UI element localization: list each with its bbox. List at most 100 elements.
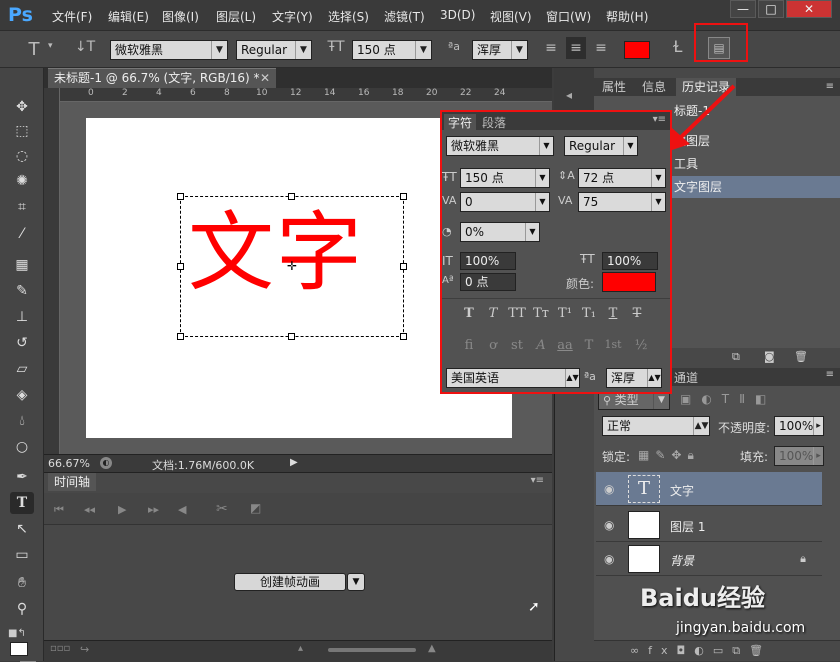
rectangle-tool-icon[interactable]: ▭ xyxy=(10,544,34,566)
history-brush-tool-icon[interactable]: ↺ xyxy=(10,332,34,354)
eraser-tool-icon[interactable]: ▱ xyxy=(10,358,34,380)
horizontal-scale-field[interactable]: 100% xyxy=(602,252,658,270)
text-orientation-icon[interactable]: ↓T xyxy=(74,39,96,55)
transform-handle[interactable] xyxy=(400,193,407,200)
timeline-zoom-slider[interactable] xyxy=(328,648,416,652)
layer-row[interactable]: ◉ 图层 1 xyxy=(596,508,822,542)
antialias-select[interactable]: 浑厚 ▼ xyxy=(472,40,528,60)
path-selection-tool-icon[interactable]: ↖ xyxy=(10,518,34,540)
visibility-eye-icon[interactable]: ◉ xyxy=(604,552,614,566)
tab-paragraph[interactable]: 段落 xyxy=(482,114,506,131)
language-select[interactable]: 美国英语 ▲▼ xyxy=(446,368,580,388)
ordinals-button[interactable]: 1st xyxy=(602,338,624,351)
opacity-field[interactable]: 100% ▸ xyxy=(774,416,824,436)
small-caps-button[interactable]: Tт xyxy=(530,306,552,321)
menu-help[interactable]: 帮助(H) xyxy=(606,8,648,25)
align-center-icon[interactable]: ≡ xyxy=(566,37,586,59)
play-icon[interactable]: ▶ xyxy=(118,503,126,516)
hand-tool-icon[interactable]: ✋︎ xyxy=(10,572,34,594)
trash-icon[interactable]: 🗑︎ xyxy=(794,350,808,363)
faux-bold-button[interactable]: T xyxy=(458,306,480,321)
underline-button[interactable]: T xyxy=(602,306,624,321)
tracking-select[interactable]: 75 ▼ xyxy=(578,192,666,212)
menu-window[interactable]: 窗口(W) xyxy=(546,8,591,25)
menu-select[interactable]: 选择(S) xyxy=(328,8,369,25)
panel-menu-icon[interactable]: ≡ xyxy=(826,78,834,96)
titling-button[interactable]: T xyxy=(578,338,600,353)
panel-menu-icon[interactable]: ▾≡ xyxy=(531,475,544,486)
fractions-button[interactable]: ½ xyxy=(630,338,652,353)
layer-row[interactable]: ◉ 背景 🔒︎ xyxy=(596,542,822,576)
ligatures-button[interactable]: fi xyxy=(458,338,480,353)
transform-handle[interactable] xyxy=(177,193,184,200)
antialias-select[interactable]: 浑厚 ▲▼ xyxy=(606,368,662,388)
baseline-shift-field[interactable]: 0 点 xyxy=(460,273,516,291)
convert-icon[interactable]: ↪ xyxy=(80,643,89,656)
fill-field[interactable]: 100% ▸ xyxy=(774,446,824,466)
paint-bucket-tool-icon[interactable]: ◈ xyxy=(10,384,34,406)
font-size-select[interactable]: 150 点 ▼ xyxy=(352,40,432,60)
dodge-tool-icon[interactable]: ○ xyxy=(10,436,34,458)
lasso-tool-icon[interactable]: ◌ xyxy=(10,145,34,167)
timeline-options-icon[interactable]: ▫▫▫ xyxy=(50,643,70,654)
foreground-color-swatch[interactable] xyxy=(10,642,28,656)
superscript-button[interactable]: T¹ xyxy=(554,306,576,321)
menu-file[interactable]: 文件(F) xyxy=(52,8,92,25)
move-tool-icon[interactable]: ✥ xyxy=(10,96,34,118)
zoom-out-icon[interactable]: ▴ xyxy=(298,643,303,654)
panel-toggle-icon[interactable]: ◂ xyxy=(566,88,572,102)
strikethrough-button[interactable]: T xyxy=(626,306,648,321)
panel-menu-icon[interactable]: ▾≡ xyxy=(653,114,666,125)
faux-italic-button[interactable]: T xyxy=(482,306,504,321)
type-tool-icon[interactable]: T xyxy=(10,492,34,514)
close-button[interactable]: ✕ xyxy=(786,0,832,18)
all-caps-button[interactable]: TT xyxy=(506,306,528,321)
first-frame-icon[interactable]: ⏮ xyxy=(54,503,64,517)
magic-wand-tool-icon[interactable]: ✺ xyxy=(10,170,34,192)
font-size-select[interactable]: 150 点 ▼ xyxy=(460,168,550,188)
menu-3d[interactable]: 3D(D) xyxy=(440,8,475,22)
visibility-eye-icon[interactable]: ◉ xyxy=(604,482,614,496)
subscript-button[interactable]: T₁ xyxy=(578,306,600,321)
discretionary-ligatures-button[interactable]: st xyxy=(506,338,528,353)
document-tab[interactable]: 未标题-1 @ 66.7% (文字, RGB/16) * ✕ xyxy=(48,68,276,88)
leading-select[interactable]: 72 点 ▼ xyxy=(578,168,666,188)
stylistic-alternates-button[interactable]: aa xyxy=(554,338,576,353)
zoom-tool-icon[interactable]: ⚲ xyxy=(10,598,34,620)
zoom-in-icon[interactable]: ▲ xyxy=(428,643,436,654)
transform-handle[interactable] xyxy=(400,263,407,270)
layer-row-selected[interactable]: ◉ T 文字 xyxy=(596,472,822,506)
split-icon[interactable]: ✂ xyxy=(216,501,228,517)
maximize-button[interactable]: □ xyxy=(758,0,784,18)
timeline-tab[interactable]: 时间轴 xyxy=(48,473,97,491)
pen-tool-icon[interactable]: ✒ xyxy=(10,466,34,488)
vertical-scale-field[interactable]: 100% xyxy=(460,252,516,270)
blur-tool-icon[interactable]: 💧︎ xyxy=(10,410,34,432)
transform-bounding-box[interactable]: ✛ xyxy=(177,193,407,340)
menu-type[interactable]: 文字(Y) xyxy=(272,8,313,25)
menu-layer[interactable]: 图层(L) xyxy=(216,8,256,25)
layer-action-icons[interactable]: ∞fx◘◐▭⧉🗑︎ xyxy=(630,644,772,658)
font-style-select[interactable]: Regular ▼ xyxy=(564,136,638,156)
next-frame-icon[interactable]: ▸▸ xyxy=(148,503,159,516)
kerning-select[interactable]: 0 ▼ xyxy=(460,192,550,212)
crop-tool-icon[interactable]: ⌗ xyxy=(10,196,34,218)
transform-handle[interactable] xyxy=(288,193,295,200)
tab-character[interactable]: 字符 xyxy=(444,114,477,131)
healing-brush-tool-icon[interactable]: ▦ xyxy=(10,254,34,276)
audio-icon[interactable]: ◀ xyxy=(178,503,186,516)
default-colors-icon[interactable]: ■↰ xyxy=(8,628,26,639)
menu-edit[interactable]: 编辑(E) xyxy=(108,8,149,25)
tsume-select[interactable]: 0% ▼ xyxy=(460,222,540,242)
font-style-select[interactable]: Regular ▼ xyxy=(236,40,312,60)
menu-view[interactable]: 视图(V) xyxy=(490,8,532,25)
layer-filter-icons[interactable]: ▣◐TⅡ◧ xyxy=(680,392,776,406)
create-frame-animation-button[interactable]: 创建帧动画 xyxy=(234,573,346,591)
status-info-icon[interactable]: ◐ xyxy=(100,457,112,469)
blend-mode-select[interactable]: 正常 ▲▼ xyxy=(602,416,710,436)
font-family-select[interactable]: 微软雅黑 ▼ xyxy=(110,40,228,60)
close-tab-icon[interactable]: ✕ xyxy=(260,69,270,87)
brush-tool-icon[interactable]: ✎ xyxy=(10,280,34,302)
tab-channels[interactable]: 通道 xyxy=(674,369,698,386)
transform-handle[interactable] xyxy=(400,333,407,340)
